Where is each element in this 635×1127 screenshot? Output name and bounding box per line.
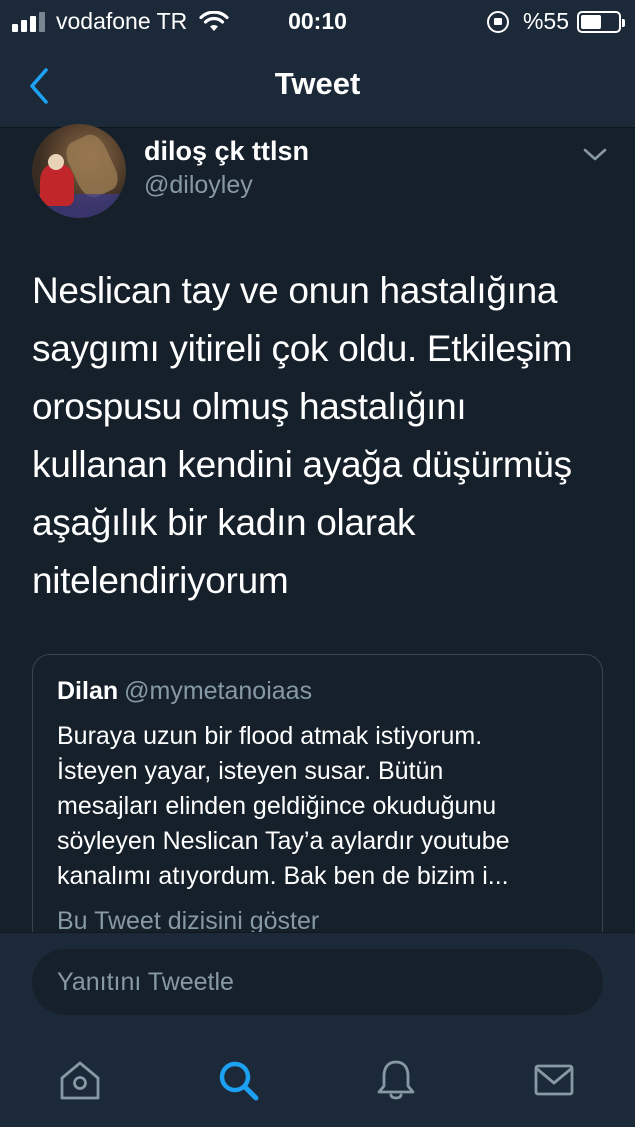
tweet-text-line: nitelendiriyorum — [32, 560, 289, 601]
status-right: %55 — [486, 8, 625, 35]
tab-home[interactable] — [56, 1056, 104, 1104]
quoted-text-line: mesajları elinden geldiğince okuduğunu — [57, 792, 497, 820]
tab-messages[interactable] — [530, 1056, 578, 1104]
avatar[interactable] — [32, 124, 126, 218]
quoted-text-line: kanalımı atıyordum. Bak ben de bizim i..… — [57, 862, 509, 890]
tab-notifications[interactable] — [372, 1056, 420, 1104]
reply-placeholder: Yanıtını Tweetle — [57, 968, 234, 996]
author-handle[interactable]: @diloyley — [144, 171, 253, 200]
quoted-text-line: söyleyen Neslican Tay’a aylardır youtube — [57, 827, 510, 855]
quoted-tweet[interactable]: Dilan @mymetanoiaas Buraya uzun bir flood… — [32, 654, 603, 954]
battery-fill — [581, 14, 601, 29]
envelope-icon — [534, 1064, 574, 1096]
bell-icon — [377, 1060, 415, 1100]
tab-search[interactable] — [214, 1056, 262, 1104]
author-display-name[interactable]: diloş çk ttlsn — [144, 136, 309, 167]
battery-percent: %55 — [522, 8, 569, 34]
rotation-lock-icon — [486, 10, 509, 33]
tweet-text-line: aşağılık bir kadın olarak — [32, 502, 416, 543]
navigation-bar: Tweet — [0, 44, 635, 128]
tab-bar — [0, 1032, 635, 1127]
search-icon — [219, 1061, 259, 1101]
quoted-tweet-header: Dilan @mymetanoiaas — [57, 677, 312, 706]
quoted-author-name: Dilan — [57, 677, 119, 705]
tweet-text-line: orospusu olmuş hastalığını — [32, 386, 467, 427]
quoted-text-line: Buraya uzun bir flood atmak istiyorum. — [57, 722, 483, 750]
tweet-text-line: saygımı yitireli çok oldu. Etkileşim — [32, 328, 573, 369]
quoted-tweet-text: Buraya uzun bir flood atmak istiyorum. İ… — [57, 719, 587, 894]
quoted-text-line: İsteyen yayar, isteyen susar. Bütün — [57, 757, 444, 785]
tweet-text-line: kullanan kendini ayağa düşürmüş — [32, 444, 572, 485]
quoted-author-handle: @mymetanoiaas — [124, 677, 313, 705]
reply-bar: Yanıtını Tweetle — [0, 932, 635, 1032]
tweet-text-line: Neslican tay ve onun hastalığına — [32, 270, 558, 311]
battery-icon — [577, 10, 625, 33]
reply-input[interactable]: Yanıtını Tweetle — [32, 949, 603, 1015]
chevron-down-icon — [583, 148, 607, 161]
tweet-text: Neslican tay ve onun hastalığına saygımı… — [32, 262, 612, 610]
home-icon — [60, 1061, 100, 1100]
tweet-menu-button[interactable] — [580, 144, 610, 166]
status-bar: vodafone TR 00:10 %55 — [0, 0, 635, 44]
page-title: Tweet — [274, 66, 361, 101]
